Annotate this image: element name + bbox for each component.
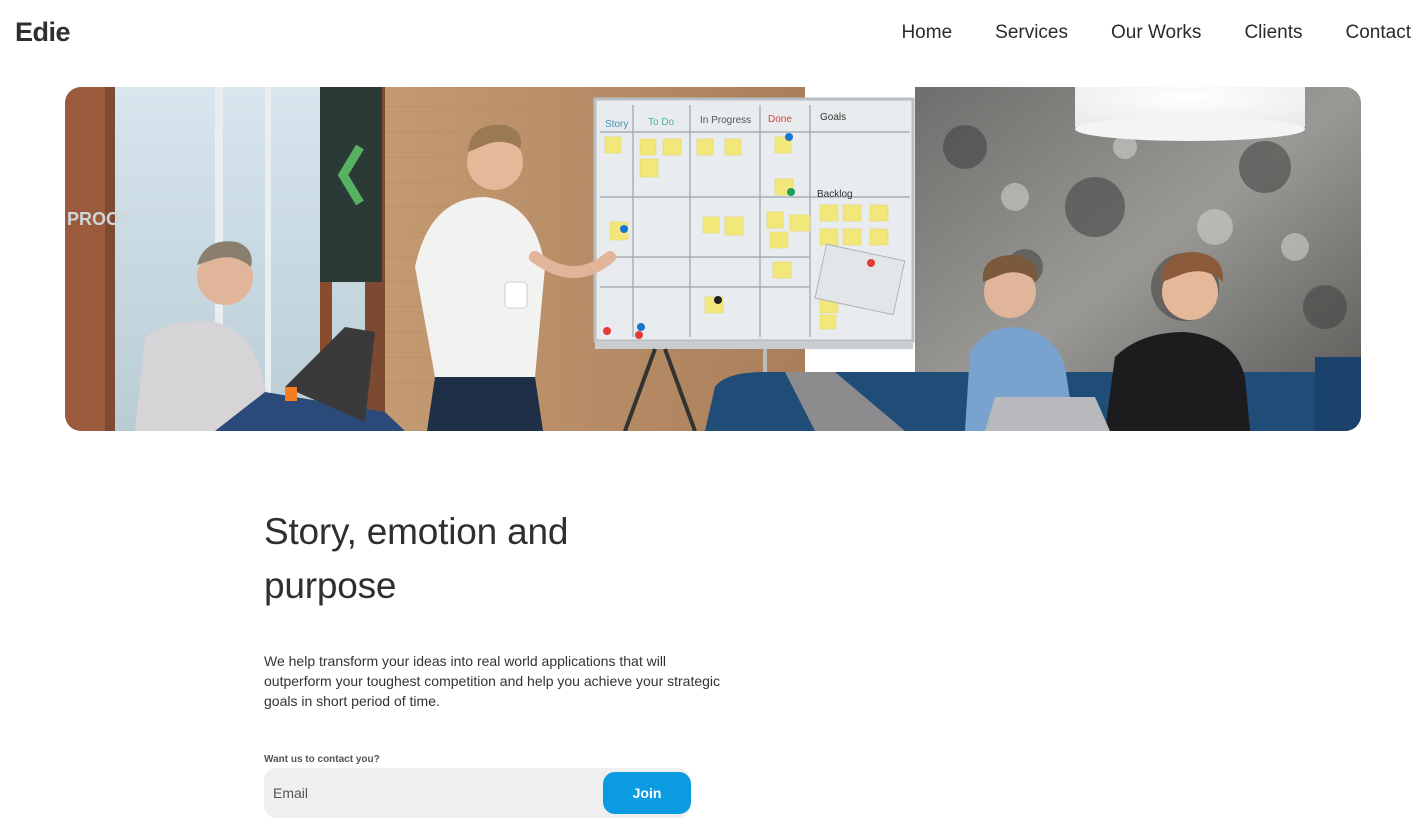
nav-item-clients[interactable]: Clients bbox=[1244, 22, 1302, 44]
board-section-backlog: Backlog bbox=[817, 189, 853, 200]
wall-lettering: PROOF bbox=[67, 209, 131, 229]
brand-logo[interactable]: Edie bbox=[15, 17, 71, 48]
headline-line-1: Story, emotion and bbox=[264, 511, 569, 552]
nav-item-home[interactable]: Home bbox=[901, 22, 952, 44]
hero-image: PROOF Story To Do In Progress Done Goals… bbox=[65, 87, 1361, 431]
board-column-goals: Goals bbox=[820, 112, 846, 123]
board-column-done: Done bbox=[768, 114, 792, 125]
hero-copy: Story, emotion and purpose We help trans… bbox=[264, 505, 724, 818]
nav-item-our-works[interactable]: Our Works bbox=[1111, 22, 1201, 44]
headline-line-2: purpose bbox=[264, 565, 397, 606]
intro-paragraph: We help transform your ideas into real w… bbox=[264, 653, 721, 709]
top-navbar: Edie Home Services Our Works Clients Con… bbox=[0, 0, 1425, 68]
board-column-story: Story bbox=[605, 119, 628, 130]
email-input[interactable] bbox=[264, 768, 600, 818]
team-meeting-illustration: PROOF Story To Do In Progress Done Goals… bbox=[65, 87, 1361, 431]
contact-form-label: Want us to contact you? bbox=[264, 754, 380, 765]
nav-item-services[interactable]: Services bbox=[995, 22, 1068, 44]
board-column-in-progress: In Progress bbox=[700, 115, 751, 126]
main-nav: Home Services Our Works Clients Contact bbox=[901, 22, 1411, 44]
join-button[interactable]: Join bbox=[603, 772, 691, 814]
page-headline: Story, emotion and purpose bbox=[264, 505, 724, 613]
email-signup-form: Join bbox=[264, 768, 691, 818]
nav-item-contact[interactable]: Contact bbox=[1346, 22, 1411, 44]
board-column-todo: To Do bbox=[648, 117, 675, 128]
